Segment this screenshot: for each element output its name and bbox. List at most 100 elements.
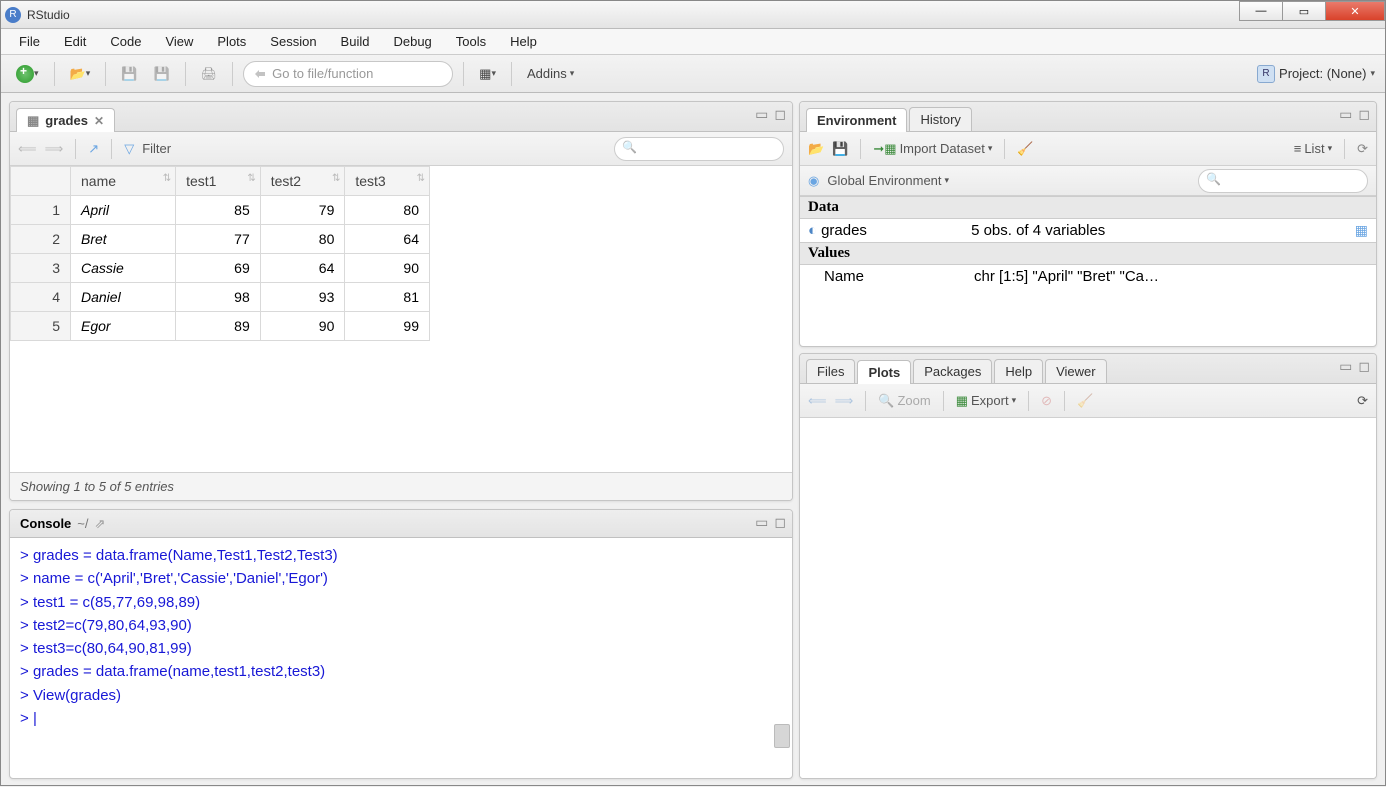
menu-edit[interactable]: Edit — [54, 32, 96, 51]
tab-grades[interactable]: ▦ grades ✕ — [16, 108, 115, 132]
zoom-button[interactable]: 🔍 Zoom — [878, 393, 930, 409]
table-row[interactable]: 4Daniel989381 — [11, 283, 430, 312]
plot-next-icon[interactable]: ⟹ — [835, 393, 854, 409]
menu-code[interactable]: Code — [100, 32, 151, 51]
console-tab[interactable]: Console — [20, 516, 71, 531]
minimize-env-icon[interactable]: ▭ — [1339, 106, 1352, 123]
tab-viewer[interactable]: Viewer — [1045, 359, 1107, 383]
maximize-env-icon[interactable]: ◻ — [1358, 106, 1370, 123]
console-header: Console ~/ ⇗ ▭ ◻ — [10, 510, 792, 538]
nav-back-icon[interactable]: ⟸ — [18, 141, 37, 157]
refresh-plots-icon[interactable]: ⟳ — [1357, 393, 1368, 409]
close-tab-icon[interactable]: ✕ — [94, 114, 104, 128]
scope-selector[interactable]: Global Environment ▾ — [827, 173, 949, 188]
maximize-console-icon[interactable]: ◻ — [774, 514, 786, 531]
data-search-input[interactable] — [614, 137, 784, 161]
export-button[interactable]: ▦ Export ▾ — [956, 393, 1016, 409]
table-row[interactable]: 2Bret778064 — [11, 225, 430, 254]
clear-env-icon[interactable]: 🧹 — [1017, 141, 1033, 157]
tab-grades-label: grades — [45, 113, 88, 128]
menu-debug[interactable]: Debug — [383, 32, 441, 51]
menu-build[interactable]: Build — [331, 32, 380, 51]
env-row-name[interactable]: Name chr [1:5] "April" "Bret" "Ca… — [800, 265, 1376, 288]
print-button[interactable]: 🖨 — [196, 61, 223, 87]
new-file-button[interactable]: ▾ — [11, 61, 44, 87]
grid-button[interactable]: ▦ ▾ — [474, 61, 501, 87]
tab-history[interactable]: History — [909, 107, 971, 131]
r-project-icon: R — [1257, 65, 1275, 83]
col-test1[interactable]: test1⇅ — [176, 167, 261, 196]
view-grid-icon[interactable]: ▦ — [1355, 222, 1368, 239]
minimize-pane-icon[interactable]: ▭ — [755, 106, 768, 123]
goto-file-input[interactable]: Go to file/function — [243, 61, 453, 87]
col-test2[interactable]: test2⇅ — [260, 167, 345, 196]
filter-label: Filter — [142, 141, 171, 156]
popup-icon[interactable]: ↗ — [88, 141, 99, 157]
table-row[interactable]: 1April857980 — [11, 196, 430, 225]
menu-view[interactable]: View — [155, 32, 203, 51]
env-row-grades[interactable]: ◐ grades 5 obs. of 4 variables ▦ — [800, 219, 1376, 242]
maximize-pane-icon[interactable]: ◻ — [774, 106, 786, 123]
save-button[interactable]: 💾 — [116, 61, 142, 87]
filter-icon[interactable]: ▽ — [124, 141, 134, 157]
refresh-env-icon[interactable]: ⟳ — [1357, 141, 1368, 157]
open-file-button[interactable]: 📂 ▾ — [65, 61, 96, 87]
maximize-button[interactable]: ▭ — [1282, 1, 1326, 21]
rstudio-logo-icon: R — [5, 7, 21, 23]
plots-tabs: FilesPlotsPackagesHelpViewer ▭ ◻ — [800, 354, 1376, 384]
close-button[interactable]: ✕ — [1325, 1, 1385, 21]
horizontal-splitter[interactable] — [9, 501, 793, 509]
table-row[interactable]: 3Cassie696490 — [11, 254, 430, 283]
maximize-plots-icon[interactable]: ◻ — [1358, 358, 1370, 375]
console-line: > grades = data.frame(name,test1,test2,t… — [20, 660, 782, 683]
tab-plots[interactable]: Plots — [857, 360, 911, 384]
data-viewer-toolbar: ⟸ ⟹ ↗ ▽ Filter — [10, 132, 792, 166]
console-line: > name = c('April','Bret','Cassie','Dani… — [20, 567, 782, 590]
console[interactable]: > grades = data.frame(Name,Test1,Test2,T… — [10, 538, 792, 778]
menu-plots[interactable]: Plots — [207, 32, 256, 51]
popout-icon[interactable]: ⇗ — [95, 516, 106, 532]
menu-tools[interactable]: Tools — [446, 32, 496, 51]
env-search-input[interactable] — [1198, 169, 1368, 193]
minimize-button[interactable]: — — [1239, 1, 1283, 21]
plot-prev-icon[interactable]: ⟸ — [808, 393, 827, 409]
project-label: Project: (None) — [1279, 66, 1366, 81]
data-status: Showing 1 to 5 of 5 entries — [10, 472, 792, 500]
menu-help[interactable]: Help — [500, 32, 547, 51]
project-selector[interactable]: R Project: (None) ▾ — [1257, 65, 1375, 83]
expand-icon[interactable]: ◐ — [808, 222, 817, 239]
table-row[interactable]: 5Egor899099 — [11, 312, 430, 341]
main-toolbar: ▾ 📂 ▾ 💾 💾 🖨 Go to file/function ▦ ▾ Addi… — [1, 55, 1385, 93]
console-line: > View(grades) — [20, 684, 782, 707]
tab-packages[interactable]: Packages — [913, 359, 992, 383]
load-workspace-icon[interactable]: 📂 — [808, 141, 824, 157]
grades-table: name⇅test1⇅test2⇅test3⇅ 1April8579802Bre… — [10, 166, 430, 341]
console-path: ~/ — [77, 516, 88, 531]
environment-list: Data ◐ grades 5 obs. of 4 variables ▦ Va… — [800, 196, 1376, 346]
window-titlebar: R RStudio — ▭ ✕ — [1, 1, 1385, 29]
tab-files[interactable]: Files — [806, 359, 855, 383]
scrollbar-handle[interactable] — [774, 724, 790, 748]
addins-button[interactable]: Addins ▾ — [522, 61, 579, 87]
minimize-plots-icon[interactable]: ▭ — [1339, 358, 1352, 375]
menu-file[interactable]: File — [9, 32, 50, 51]
tab-environment[interactable]: Environment — [806, 108, 907, 132]
tab-help[interactable]: Help — [994, 359, 1043, 383]
goto-file-placeholder: Go to file/function — [272, 66, 373, 81]
remove-plot-icon[interactable]: ⊘ — [1041, 393, 1052, 409]
console-cursor[interactable]: > | — [20, 707, 782, 730]
import-dataset-button[interactable]: ➞▦ Import Dataset ▾ — [873, 141, 992, 157]
list-view-button[interactable]: ≡ List ▾ — [1294, 141, 1332, 156]
clear-plots-icon[interactable]: 🧹 — [1077, 393, 1093, 409]
save-all-button[interactable]: 💾 — [148, 61, 174, 87]
console-line: > test3=c(80,64,90,81,99) — [20, 637, 782, 660]
nav-fwd-icon[interactable]: ⟹ — [45, 141, 64, 157]
window-title: RStudio — [27, 8, 70, 22]
col-test3[interactable]: test3⇅ — [345, 167, 430, 196]
main-menubar: FileEditCodeViewPlotsSession BuildDebug To… — [1, 29, 1385, 55]
env-tabs: Environment History ▭ ◻ — [800, 102, 1376, 132]
col-name[interactable]: name⇅ — [71, 167, 176, 196]
menu-session[interactable]: Session — [260, 32, 326, 51]
save-workspace-icon[interactable]: 💾 — [832, 141, 848, 157]
minimize-console-icon[interactable]: ▭ — [755, 514, 768, 531]
